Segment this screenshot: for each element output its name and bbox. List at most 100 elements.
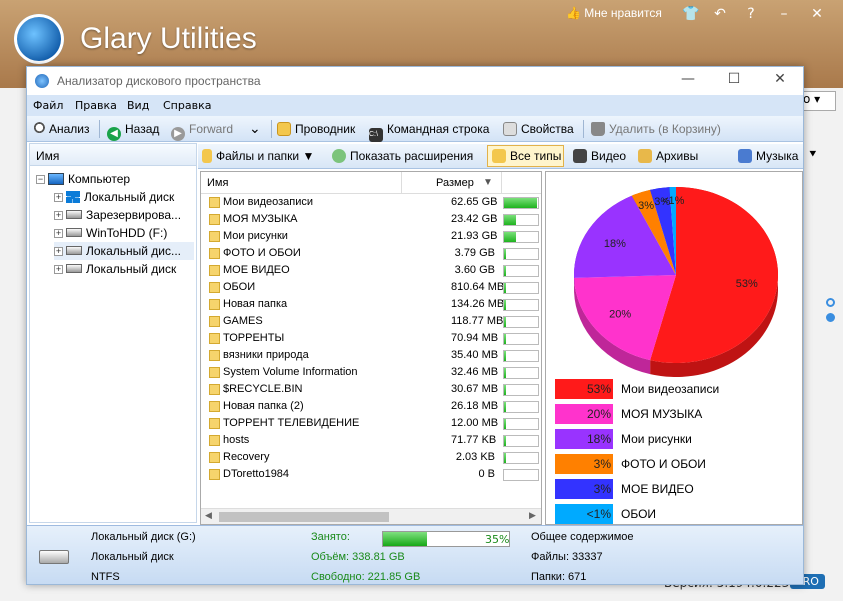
table-row[interactable]: Мои видеозаписи 62.65 GB [201,194,541,211]
file-size: 23.42 GB [451,213,498,225]
file-size: 70.94 MB [451,332,499,344]
all-types-label-wrap[interactable]: Все типы [492,149,561,163]
forward-dropdown[interactable]: ⌄ [249,120,261,137]
maximize-button[interactable]: ☐ [711,71,757,91]
size-bar-fill [504,385,507,395]
table-row[interactable]: МОЯ МУЗЫКА 23.42 GB [201,211,541,228]
table-row[interactable]: вязники природа 35.40 MB [201,347,541,364]
horizontal-scrollbar[interactable]: ◀ ▶ [201,508,541,524]
pie-slice-label: <1% [662,195,685,207]
menu-file[interactable]: Файл [33,99,63,112]
menu-edit[interactable]: Правка [75,99,117,112]
file-size: 35.40 MB [451,349,499,361]
col-name-header[interactable]: Имя [207,177,228,189]
properties-button[interactable]: Свойства [503,122,574,136]
pie-slice-label: 20% [609,308,631,320]
video-button[interactable]: Видео [573,149,626,163]
page-dot[interactable] [826,298,835,307]
like-button[interactable]: 👍 Мне нравится [566,6,662,20]
files-folders-button[interactable]: Файлы и папки ▼ [202,149,314,163]
tree-header: Имя [30,144,196,166]
close-icon[interactable]: ✕ [808,6,826,22]
tree-node-computer[interactable]: − Компьютер [36,170,130,188]
table-row[interactable]: hosts 71.77 KB [201,432,541,449]
table-row[interactable]: Новая папка (2) 26.18 MB [201,398,541,415]
table-row[interactable]: DToretto1984 0 B [201,466,541,483]
collapse-icon[interactable]: − [36,175,45,184]
col-divider [401,172,402,194]
folder-icon [209,231,220,242]
size-bar [503,469,539,481]
more-button[interactable]: ⯆ [808,147,818,162]
menu-help[interactable]: Справка [163,99,211,112]
expand-icon[interactable]: + [54,265,63,274]
legend-item: 3% МОЕ ВИДЕО [555,479,785,501]
size-bar [503,316,539,328]
menu-view[interactable]: Вид [127,99,149,112]
size-bar-fill [504,232,516,242]
status-bar: Локальный диск (G:) Локальный диск NTFS … [27,525,803,584]
analyze-button[interactable]: Анализ [31,122,90,136]
file-size: 32.46 MB [451,366,499,378]
expand-icon[interactable]: + [54,247,63,256]
tree-node-drive[interactable]: + WinToHDD (F:) [54,224,167,242]
legend-item: 53% Мои видеозаписи [555,379,785,401]
skin-icon[interactable]: 👕 [682,6,700,22]
file-size: 62.65 GB [451,196,498,208]
explorer-label: Проводник [295,122,356,136]
file-size: 810.64 MB [451,281,505,293]
size-bar-fill [504,249,507,259]
table-row[interactable]: Recovery 2.03 KB [201,449,541,466]
table-row[interactable]: ФОТО И ОБОИ 3.79 GB [201,245,541,262]
table-row[interactable]: ТОРРЕНТ ТЕЛЕВИДЕНИЕ 12.00 MB [201,415,541,432]
separator [271,120,272,138]
folder-icon [209,469,220,480]
tree-node-drive[interactable]: + Локальный диск [54,260,176,278]
file-size: 30.67 MB [451,383,499,395]
tree-node-drive-selected[interactable]: + Локальный дис... [54,242,194,260]
forward-button[interactable]: ▶ Forward [171,122,233,141]
tree-node-drive[interactable]: + Локальный диск [54,188,174,206]
expand-icon[interactable]: + [54,229,63,238]
help-icon[interactable]: ? [742,6,760,22]
archives-button[interactable]: Архивы [638,149,698,163]
minimize-button[interactable]: — [665,71,711,91]
scrollbar-thumb[interactable] [219,512,389,522]
col-size-header[interactable]: Размер [436,177,474,189]
page-dot-active[interactable] [826,313,835,322]
scroll-right-icon[interactable]: ▶ [529,511,536,521]
table-row[interactable]: Мои рисунки 21.93 GB [201,228,541,245]
file-size: 3.79 GB [454,247,495,259]
close-button[interactable]: ✕ [757,71,803,91]
show-extensions-button[interactable]: Показать расширения [332,149,473,163]
table-row[interactable]: System Volume Information 32.46 MB [201,364,541,381]
expand-icon[interactable]: + [54,193,63,202]
files-folders-label: Файлы и папки [216,149,300,163]
table-row[interactable]: ТОРРЕНТЫ 70.94 MB [201,330,541,347]
table-row[interactable]: МОЕ ВИДЕО 3.60 GB [201,262,541,279]
delete-button[interactable]: Удалить (в Корзину) [591,122,721,136]
undo-icon[interactable]: ↶ [711,6,729,22]
app-title: Glary Utilities [80,22,257,55]
explorer-button[interactable]: Проводник [277,122,355,136]
scroll-left-icon[interactable]: ◀ [205,511,212,521]
disk-analyzer-window: Анализатор дискового пространства — ☐ ✕ … [26,66,818,585]
windows-drive-icon [66,191,80,203]
file-size: 12.00 MB [451,417,499,429]
table-row[interactable]: GAMES 118.77 MB [201,313,541,330]
terminal-icon: C:\ [369,128,383,142]
music-button[interactable]: Музыка [738,149,798,163]
file-size: 134.26 MB [451,298,505,310]
table-row[interactable]: $RECYCLE.BIN 30.67 MB [201,381,541,398]
language-combo[interactable]: о ▾ [800,91,836,111]
table-row[interactable]: Новая папка 134.26 MB [201,296,541,313]
table-row[interactable]: ОБОИ 810.64 MB [201,279,541,296]
cmd-button[interactable]: C:\ Командная строка [369,122,489,142]
file-size: 3.60 GB [454,264,495,276]
minimize-icon[interactable]: – [775,6,793,22]
expand-icon[interactable]: + [54,211,63,220]
back-button[interactable]: ◀ Назад [107,122,159,141]
tree-node-drive[interactable]: + Зарезервирова... [54,206,181,224]
file-system: NTFS [91,571,120,583]
computer-icon [48,173,64,185]
